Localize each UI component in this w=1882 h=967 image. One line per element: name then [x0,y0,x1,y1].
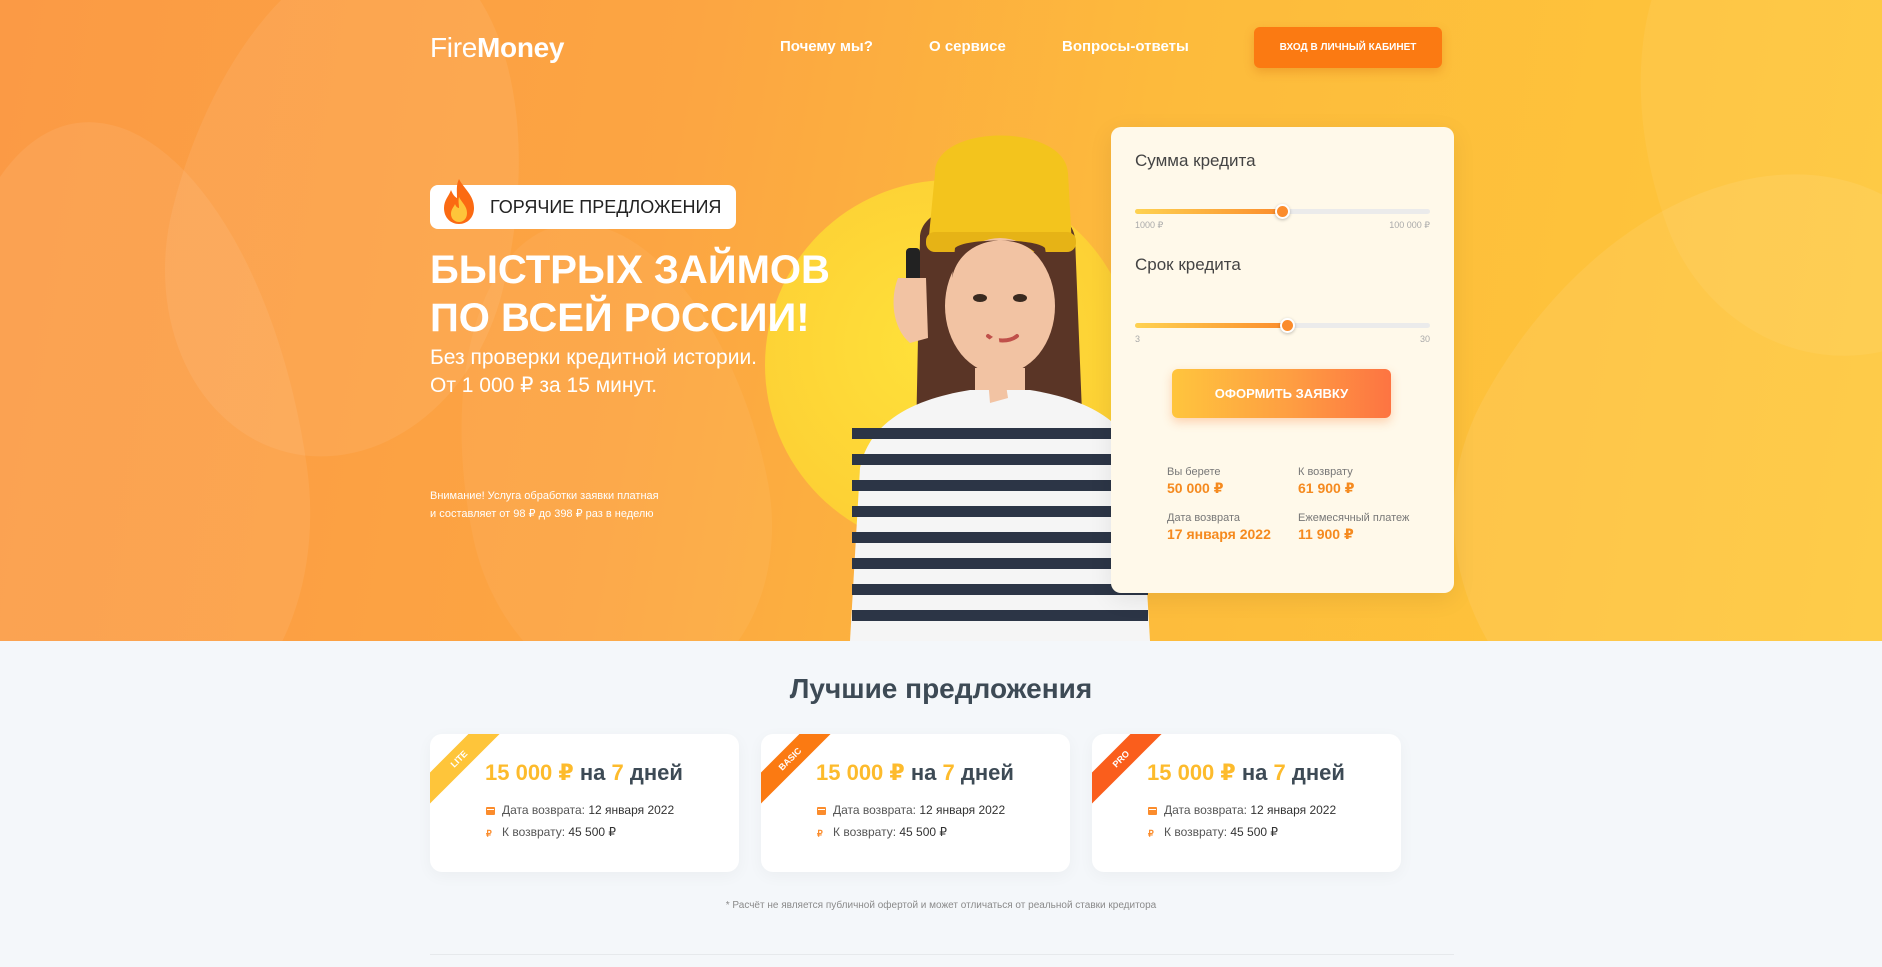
svg-text:₽: ₽ [817,829,823,838]
hero-section: FireMoney Почему мы? О сервисе Вопросы-о… [0,0,1882,641]
offer-return-label: К возврату: [502,825,566,839]
term-slider-handle[interactable] [1280,318,1295,333]
divider [430,954,1454,955]
take-value: 50 000 ₽ [1167,480,1224,496]
term-slider-fill [1135,323,1288,328]
offer-date-label: Дата возврата: [833,803,917,817]
offer-days-word: дней [960,760,1014,785]
offer-card-basic[interactable]: BASIC 15 000 ₽ на 7 дней Дата возврата: … [761,734,1070,872]
offers-disclaimer: * Расчёт не является публичной офертой и… [725,900,1157,911]
offer-date-row: Дата возврата: 12 января 2022 [833,803,1005,817]
offer-mid: на [1241,760,1268,785]
hero-subtitle-line: От 1 000 ₽ за 15 минут. [430,374,658,398]
offer-date-row: Дата возврата: 12 января 2022 [1164,803,1336,817]
offer-return-row: К возврату: 45 500 ₽ [502,825,616,839]
monthly-payment-value: 11 900 ₽ [1298,526,1354,542]
ruble-icon: ₽ [817,829,823,838]
offer-return-row: К возврату: 45 500 ₽ [1164,825,1278,839]
login-button[interactable]: ВХОД В ЛИЧНЫЙ КАБИНЕТ [1254,27,1442,68]
best-offers-title: Лучшие предложения [789,673,1093,704]
nav-why-us[interactable]: Почему мы? [780,38,873,55]
offer-title: 15 000 ₽ на 7 дней [816,760,1014,786]
offer-amount: 15 000 ₽ [485,760,574,785]
offer-date-value: 12 января 2022 [919,803,1006,817]
offer-amount: 15 000 ₽ [1147,760,1236,785]
amount-slider[interactable] [1135,204,1430,219]
offer-days-word: дней [1291,760,1345,785]
hero-title-line: БЫСТРЫХ ЗАЙМОВ [430,248,830,292]
calendar-icon [486,807,495,815]
nav-faq[interactable]: Вопросы-ответы [1062,38,1189,55]
offer-return-value: 45 500 ₽ [1230,825,1279,839]
hero-note-line: Внимание! Услуга обработки заявки платна… [430,490,659,502]
amount-min: 1000 ₽ [1135,220,1164,230]
offer-return-value: 45 500 ₽ [568,825,617,839]
logo[interactable]: FireMoney [430,32,565,64]
submit-application-button[interactable]: ОФОРМИТЬ ЗАЯВКУ [1172,369,1391,418]
term-slider[interactable] [1135,318,1430,333]
hero-title: БЫСТРЫХ ЗАЙМОВ ПО ВСЕЙ РОССИИ! [430,246,830,342]
hero-subtitle-line: Без проверки кредитной истории. [430,346,758,369]
offer-days: 7 [1273,760,1286,785]
logo-light-text: Fire [430,32,478,63]
ruble-icon: ₽ [1148,829,1154,838]
hot-offers-badge: ГОРЯЧИЕ ПРЕДЛОЖЕНИЯ [430,179,736,229]
offer-title: 15 000 ₽ на 7 дней [1147,760,1345,786]
offer-card-lite[interactable]: LITE 15 000 ₽ на 7 дней Дата возврата: 1… [430,734,739,872]
svg-text:₽: ₽ [1148,829,1154,838]
return-date-value: 17 января 2022 [1167,526,1271,542]
offer-mid: на [910,760,937,785]
offer-date-value: 12 января 2022 [588,803,675,817]
offer-title: 15 000 ₽ на 7 дней [485,760,683,786]
offer-date-row: Дата возврата: 12 января 2022 [502,803,674,817]
amount-max: 100 000 ₽ [1389,220,1430,230]
hero-subtitle: Без проверки кредитной истории. От 1 000… [430,344,757,401]
amount-slider-fill [1135,209,1283,214]
term-max: 30 [1419,334,1430,344]
offer-days: 7 [942,760,955,785]
return-value: 61 900 ₽ [1298,480,1355,496]
offer-return-label: К возврату: [833,825,897,839]
amount-label: Сумма кредита [1135,151,1256,170]
offer-return-value: 45 500 ₽ [899,825,948,839]
return-label: К возврату [1298,466,1353,478]
loan-calculator: Сумма кредита 1000 ₽ 100 000 ₽ Срок кред… [1111,127,1454,593]
offer-return-label: К возврату: [1164,825,1228,839]
svg-text:₽: ₽ [486,829,492,838]
fire-icon [444,179,474,224]
offer-days: 7 [611,760,624,785]
offer-return-row: К возврату: 45 500 ₽ [833,825,947,839]
offer-date-label: Дата возврата: [1164,803,1248,817]
offer-days-word: дней [629,760,683,785]
return-date-label: Дата возврата [1167,512,1241,524]
calendar-icon [817,807,826,815]
term-min: 3 [1135,334,1141,344]
offer-amount: 15 000 ₽ [816,760,905,785]
logo-bold-text: Money [477,32,565,63]
amount-slider-handle[interactable] [1275,204,1290,219]
hero-note: Внимание! Услуга обработки заявки платна… [430,488,659,523]
monthly-payment-label: Ежемесячный платеж [1298,512,1410,524]
offer-card-pro[interactable]: PRO 15 000 ₽ на 7 дней Дата возврата: 12… [1092,734,1401,872]
nav-about[interactable]: О сервисе [929,38,1006,55]
offer-mid: на [579,760,606,785]
term-label: Срок кредита [1135,255,1241,274]
offer-date-value: 12 января 2022 [1250,803,1337,817]
take-label: Вы берете [1167,466,1221,478]
hot-offers-label: ГОРЯЧИЕ ПРЕДЛОЖЕНИЯ [490,196,722,217]
offer-date-label: Дата возврата: [502,803,586,817]
hero-title-line: ПО ВСЕЙ РОССИИ! [430,296,810,340]
calendar-icon [1148,807,1157,815]
ruble-icon: ₽ [486,829,492,838]
hero-note-line: и составляет от 98 ₽ до 398 ₽ раз в неде… [430,507,654,520]
